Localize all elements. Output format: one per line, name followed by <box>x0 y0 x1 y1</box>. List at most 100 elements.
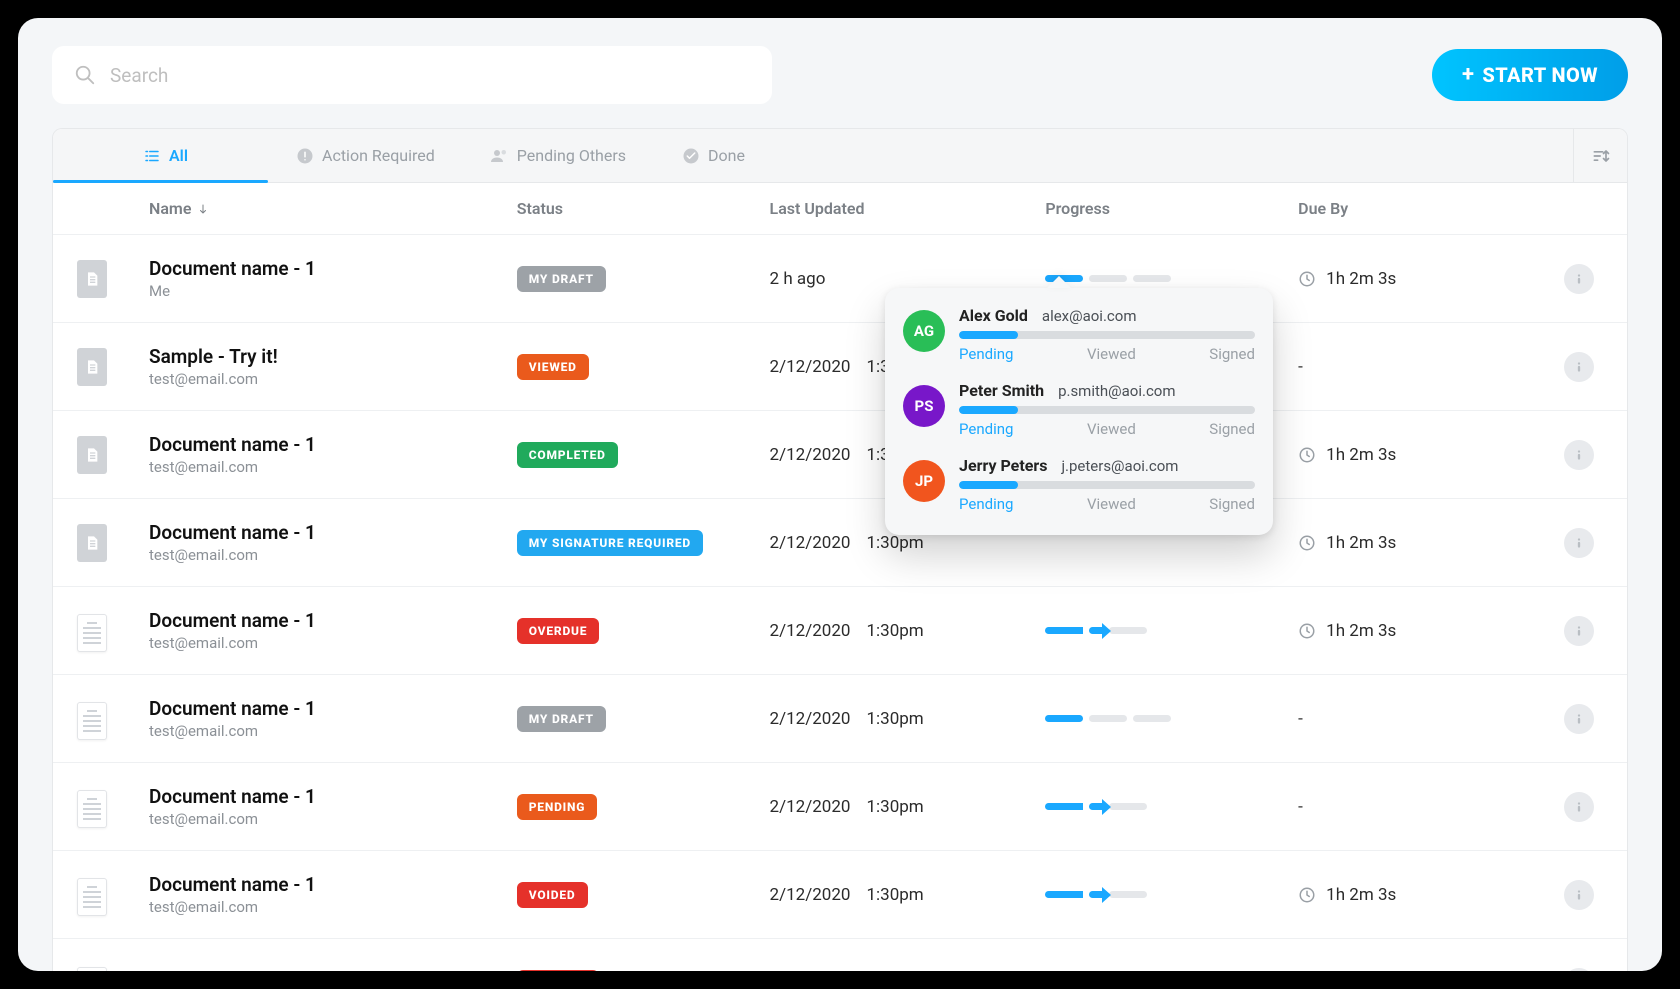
tab-pending-others[interactable]: Pending Others <box>463 129 654 182</box>
progress-segment <box>1109 627 1147 634</box>
doc-subtitle: test@email.com <box>149 370 278 388</box>
plus-icon: + <box>1462 64 1474 86</box>
signer-progress-fill <box>959 481 1018 489</box>
avatar: JP <box>903 460 945 502</box>
name-cell: Sample - Try it!test@email.com <box>149 345 517 388</box>
clock-icon <box>1298 446 1316 464</box>
sort-toggle-button[interactable] <box>1573 129 1627 182</box>
due-cell: 1h 2m 3s <box>1298 533 1551 553</box>
check-circle-icon <box>682 147 700 165</box>
due-cell: - <box>1298 797 1551 817</box>
updated-time: 1:30pm <box>866 885 923 905</box>
more-button[interactable] <box>1564 264 1594 294</box>
due-text: 1h 2m 3s <box>1326 621 1396 641</box>
more-button[interactable] <box>1564 880 1594 910</box>
col-header-progress[interactable]: Progress <box>1045 199 1298 218</box>
progress-arrow <box>1089 891 1103 898</box>
state-viewed: Viewed <box>1087 420 1136 438</box>
due-text: - <box>1298 797 1303 817</box>
doc-title: Document name - 1 <box>149 521 316 544</box>
avatar: PS <box>903 385 945 427</box>
more-button[interactable] <box>1564 528 1594 558</box>
table-row[interactable]: Document name - 1test@email.comCOMPLETED… <box>53 411 1627 499</box>
status-badge: VOIDED <box>517 882 588 908</box>
file-icon <box>77 348 107 386</box>
table-row[interactable]: Document name - 1MeMY DRAFT2 h ago1h 2m … <box>53 235 1627 323</box>
status-cell: MY DRAFT <box>517 266 770 292</box>
more-button[interactable] <box>1564 968 1594 971</box>
tab-all[interactable]: All <box>53 129 268 182</box>
col-header-updated[interactable]: Last Updated <box>770 199 1046 218</box>
table-row[interactable]: Document name - 1test@email.comVOIDED2/1… <box>53 851 1627 939</box>
clock-icon <box>1298 886 1316 904</box>
table-row[interactable]: Document name - 1test@email.comOVERDUE2/… <box>53 587 1627 675</box>
tab-action-required[interactable]: Action Required <box>268 129 463 182</box>
status-badge: MY DRAFT <box>517 266 606 292</box>
due-cell: 1h 2m 3s <box>1298 621 1551 641</box>
header: + START NOW <box>18 18 1662 104</box>
table-row[interactable]: Document name - 1OVERDUE2/12/20201:30pm1… <box>53 939 1627 971</box>
signer-name: Alex Gold <box>959 306 1028 325</box>
signer-progress-fill <box>959 406 1018 414</box>
col-header-due[interactable]: Due By <box>1298 199 1551 218</box>
updated-time: 2 h ago <box>770 269 826 289</box>
updated-date: 2/12/2020 <box>770 709 851 729</box>
status-cell: MY DRAFT <box>517 706 770 732</box>
more-button[interactable] <box>1564 440 1594 470</box>
progress-popover: AG Alex Gold alex@aoi.com Pending Viewed… <box>885 288 1273 535</box>
info-icon <box>1572 712 1586 726</box>
table-row[interactable]: Document name - 1 test@email.com MY SIGNAT… <box>53 499 1627 587</box>
status-cell: MY SIGNATURE REQUIRED <box>517 530 770 556</box>
updated-cell: 2/12/20201:30pm <box>770 709 1046 729</box>
more-button[interactable] <box>1564 616 1594 646</box>
doc-subtitle: test@email.com <box>149 546 316 564</box>
tab-spacer <box>773 129 1573 182</box>
signer-states: Pending Viewed Signed <box>959 495 1255 513</box>
table-row[interactable]: Sample - Try it!test@email.comVIEWED2/12… <box>53 323 1627 411</box>
status-cell: OVERDUE <box>517 970 770 971</box>
progress-cell <box>1045 891 1298 898</box>
documents-card: All Action Required Pending Others Done <box>52 128 1628 971</box>
col-name-label: Name <box>149 199 191 218</box>
file-thumbnail-icon <box>77 878 107 916</box>
file-icon-cell <box>77 962 149 972</box>
actions-cell <box>1551 528 1607 558</box>
status-badge: MY SIGNATURE REQUIRED <box>517 530 703 556</box>
status-badge: PENDING <box>517 794 598 820</box>
tab-done[interactable]: Done <box>654 129 773 182</box>
signer-name: Jerry Peters <box>959 456 1047 475</box>
progress-segment <box>1109 891 1147 898</box>
clock-icon <box>1298 622 1316 640</box>
doc-subtitle: test@email.com <box>149 898 316 916</box>
tabs: All Action Required Pending Others Done <box>53 129 1627 183</box>
info-icon <box>1572 360 1586 374</box>
file-icon-cell <box>77 609 149 652</box>
table-rows: Document name - 1MeMY DRAFT2 h ago1h 2m … <box>53 235 1627 971</box>
info-icon <box>1572 272 1586 286</box>
table-row[interactable]: Document name - 1test@email.comPENDING2/… <box>53 763 1627 851</box>
search-input-wrap[interactable] <box>52 46 772 104</box>
file-icon <box>77 260 107 298</box>
info-icon <box>1572 624 1586 638</box>
file-icon-cell <box>77 785 149 828</box>
updated-cell: 2/12/20201:30pm <box>770 797 1046 817</box>
due-cell: 1h 2m 3s <box>1298 445 1551 465</box>
state-signed: Signed <box>1209 495 1255 513</box>
updated-date: 2/12/2020 <box>770 445 851 465</box>
state-signed: Signed <box>1209 345 1255 363</box>
more-button[interactable] <box>1564 792 1594 822</box>
state-pending: Pending <box>959 495 1013 513</box>
file-thumbnail-icon <box>77 967 107 972</box>
file-icon <box>77 436 107 474</box>
start-now-button[interactable]: + START NOW <box>1432 49 1628 101</box>
due-text: - <box>1298 357 1303 377</box>
col-header-status[interactable]: Status <box>517 199 770 218</box>
search-input[interactable] <box>110 64 750 87</box>
due-text: 1h 2m 3s <box>1326 533 1396 553</box>
sort-arrow-down-icon <box>197 203 209 215</box>
table-row[interactable]: Document name - 1test@email.comMY DRAFT2… <box>53 675 1627 763</box>
name-cell: Document name - 1Me <box>149 257 517 300</box>
col-header-name[interactable]: Name <box>149 199 517 218</box>
more-button[interactable] <box>1564 704 1594 734</box>
more-button[interactable] <box>1564 352 1594 382</box>
